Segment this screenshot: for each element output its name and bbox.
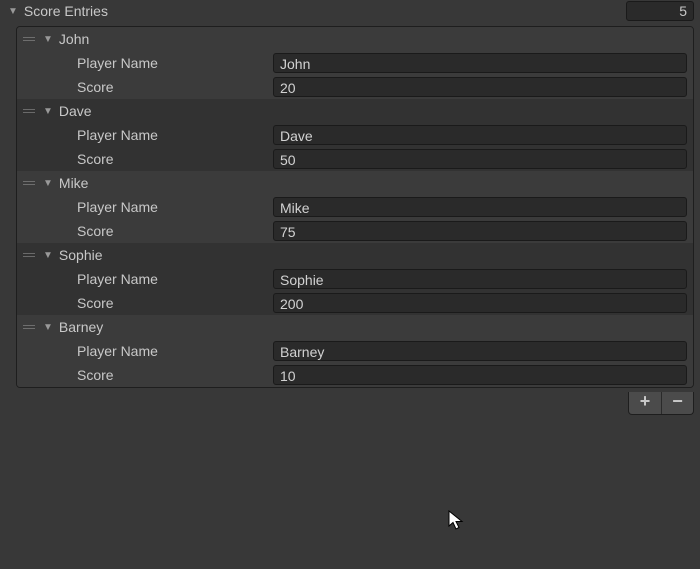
entry-header[interactable]: ▼ Sophie bbox=[17, 243, 693, 267]
score-field[interactable] bbox=[273, 77, 687, 97]
cursor-icon bbox=[448, 510, 466, 532]
foldout-icon: ▼ bbox=[43, 34, 53, 45]
foldout-icon: ▼ bbox=[43, 322, 53, 333]
list-count-field[interactable]: 5 bbox=[626, 1, 694, 21]
drag-handle-icon[interactable] bbox=[23, 325, 35, 329]
player-name-label: Player Name bbox=[77, 199, 273, 215]
list-item: ▼ Mike Player Name Score bbox=[17, 171, 693, 243]
entry-header[interactable]: ▼ Barney bbox=[17, 315, 693, 339]
foldout-icon: ▼ bbox=[8, 6, 18, 17]
player-name-label: Player Name bbox=[77, 127, 273, 143]
list-item: ▼ Sophie Player Name Score bbox=[17, 243, 693, 315]
player-name-field[interactable] bbox=[273, 53, 687, 73]
score-label: Score bbox=[77, 79, 273, 95]
score-label: Score bbox=[77, 367, 273, 383]
add-button[interactable]: + bbox=[629, 392, 661, 414]
list-header[interactable]: ▼ Score Entries 5 bbox=[0, 0, 700, 22]
entry-title: Sophie bbox=[59, 247, 103, 263]
foldout-icon: ▼ bbox=[43, 250, 53, 261]
score-row: Score bbox=[17, 219, 693, 243]
list-body: ▼ John Player Name Score ▼ Dave Player N… bbox=[16, 26, 694, 388]
score-label: Score bbox=[77, 223, 273, 239]
score-label: Score bbox=[77, 295, 273, 311]
player-name-field[interactable] bbox=[273, 125, 687, 145]
entry-title: Dave bbox=[59, 103, 92, 119]
player-name-label: Player Name bbox=[77, 343, 273, 359]
entry-title: John bbox=[59, 31, 89, 47]
list-title: Score Entries bbox=[24, 3, 626, 19]
list-item: ▼ Dave Player Name Score bbox=[17, 99, 693, 171]
player-name-label: Player Name bbox=[77, 55, 273, 71]
remove-button[interactable]: − bbox=[661, 392, 693, 414]
player-name-field[interactable] bbox=[273, 341, 687, 361]
entry-header[interactable]: ▼ Mike bbox=[17, 171, 693, 195]
player-name-row: Player Name bbox=[17, 195, 693, 219]
player-name-row: Player Name bbox=[17, 267, 693, 291]
score-row: Score bbox=[17, 363, 693, 387]
score-row: Score bbox=[17, 291, 693, 315]
entry-title: Barney bbox=[59, 319, 103, 335]
entry-title: Mike bbox=[59, 175, 89, 191]
score-row: Score bbox=[17, 147, 693, 171]
drag-handle-icon[interactable] bbox=[23, 109, 35, 113]
drag-handle-icon[interactable] bbox=[23, 37, 35, 41]
drag-handle-icon[interactable] bbox=[23, 253, 35, 257]
list-footer: + − bbox=[16, 392, 694, 415]
score-label: Score bbox=[77, 151, 273, 167]
player-name-row: Player Name bbox=[17, 123, 693, 147]
player-name-field[interactable] bbox=[273, 269, 687, 289]
player-name-label: Player Name bbox=[77, 271, 273, 287]
player-name-field[interactable] bbox=[273, 197, 687, 217]
entry-header[interactable]: ▼ Dave bbox=[17, 99, 693, 123]
score-field[interactable] bbox=[273, 149, 687, 169]
drag-handle-icon[interactable] bbox=[23, 181, 35, 185]
score-row: Score bbox=[17, 75, 693, 99]
foldout-icon: ▼ bbox=[43, 178, 53, 189]
score-field[interactable] bbox=[273, 365, 687, 385]
entry-header[interactable]: ▼ John bbox=[17, 27, 693, 51]
score-field[interactable] bbox=[273, 293, 687, 313]
foldout-icon: ▼ bbox=[43, 106, 53, 117]
score-field[interactable] bbox=[273, 221, 687, 241]
player-name-row: Player Name bbox=[17, 51, 693, 75]
player-name-row: Player Name bbox=[17, 339, 693, 363]
list-item: ▼ John Player Name Score bbox=[17, 27, 693, 99]
list-item: ▼ Barney Player Name Score bbox=[17, 315, 693, 387]
